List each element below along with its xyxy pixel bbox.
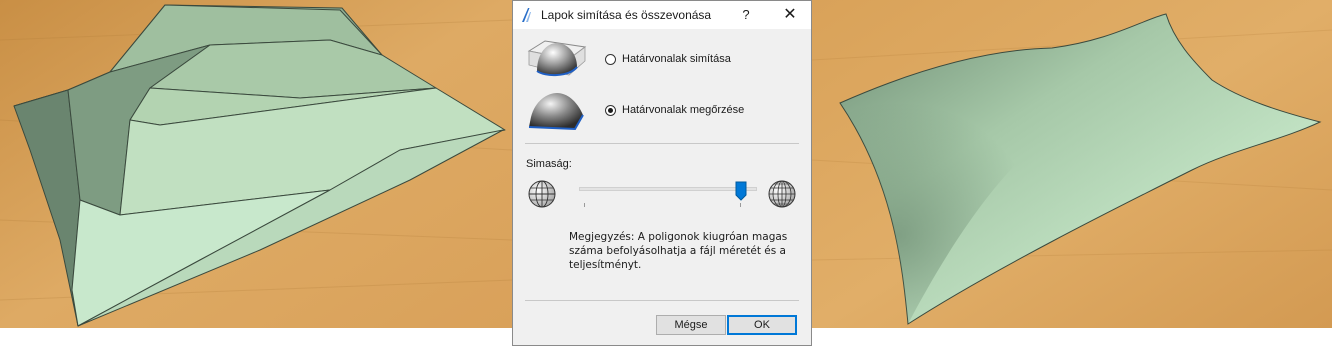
performance-note: Megjegyzés: A poligonok kiugróan magas s… [569, 231, 788, 271]
smooth-edges-radio[interactable] [605, 53, 616, 65]
smoothness-slider-track[interactable] [579, 187, 757, 191]
ok-button[interactable]: OK [727, 315, 797, 335]
preserved-edge-dome-thumbnail [525, 87, 587, 133]
viewport-smoothed-mesh [812, 0, 1332, 328]
separator [525, 143, 799, 144]
smoothed-mesh-render [812, 0, 1332, 328]
smooth-merge-faces-dialog: Lapok simítása és összevonása ? ✕ Határv… [512, 0, 812, 346]
separator [525, 300, 799, 301]
slider-tick [740, 203, 741, 207]
cancel-button[interactable]: Mégse [656, 315, 726, 335]
dialog-title: Lapok simítása és összevonása [541, 8, 712, 22]
faceted-mesh-render [0, 0, 512, 328]
smoothed-dome-thumbnail [525, 35, 587, 81]
dialog-titlebar[interactable]: Lapok simítása és összevonása ? ✕ [513, 1, 811, 29]
viewport-faceted-mesh [0, 0, 512, 328]
archicad-icon [519, 7, 535, 23]
preserve-edges-radio[interactable] [605, 104, 616, 116]
smoothness-label: Simaság: [526, 158, 572, 170]
slider-tick [584, 203, 585, 207]
smoothness-slider-thumb[interactable] [735, 181, 747, 201]
smooth-edges-label: Határvonalak simítása [622, 53, 731, 65]
close-button[interactable]: ✕ [775, 5, 805, 25]
smooth-edges-option[interactable]: Határvonalak simítása [605, 53, 731, 65]
preserve-edges-label: Határvonalak megőrzése [622, 104, 745, 116]
low-detail-globe-icon [527, 179, 557, 209]
preserve-edges-option[interactable]: Határvonalak megőrzése [605, 104, 744, 116]
help-button[interactable]: ? [731, 5, 761, 25]
high-detail-globe-icon [767, 179, 797, 209]
